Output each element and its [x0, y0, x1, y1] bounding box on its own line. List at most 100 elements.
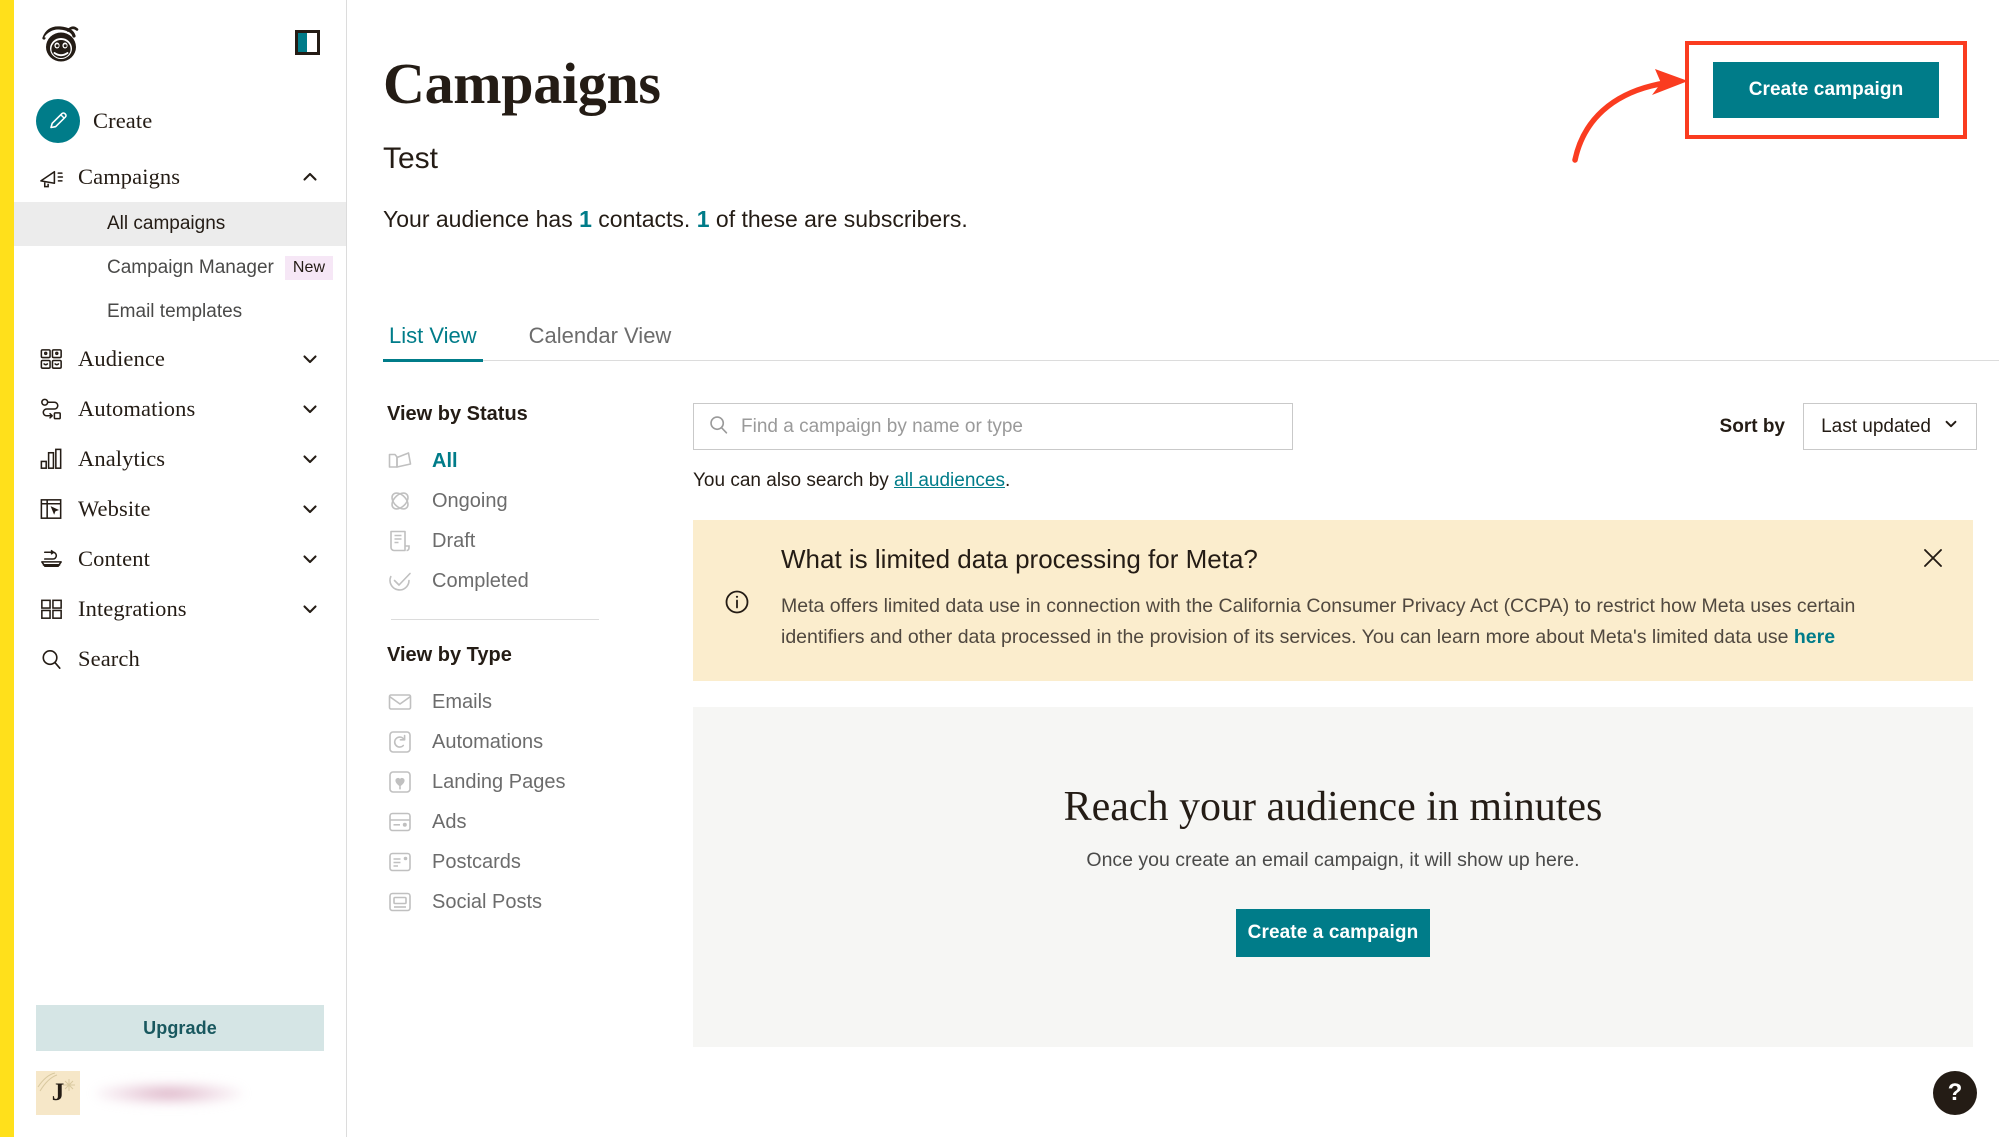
account-menu[interactable]: J	[14, 1051, 346, 1137]
sidebar-subitem-label: All campaigns	[107, 213, 226, 234]
chevron-down-icon[interactable]	[300, 349, 320, 369]
sidebar-item-campaign-manager[interactable]: Campaign Manager New	[14, 246, 346, 290]
chevron-down-icon[interactable]	[300, 549, 320, 569]
filter-label: Social Posts	[432, 890, 543, 913]
filter-status-ongoing[interactable]: Ongoing	[387, 481, 683, 521]
chevron-down-icon[interactable]	[300, 599, 320, 619]
avatar: J	[36, 1071, 80, 1115]
close-icon[interactable]	[1919, 544, 1947, 572]
filter-label: Completed	[432, 569, 529, 592]
sidebar-item-campaigns[interactable]: Campaigns	[14, 152, 346, 202]
panel-toggle-filled-half	[298, 33, 307, 52]
create-a-campaign-button[interactable]: Create a campaign	[1236, 908, 1430, 957]
upgrade-button[interactable]: Upgrade	[36, 1005, 324, 1051]
all-audiences-link[interactable]: all audiences	[894, 470, 1005, 491]
sidebar-item-analytics[interactable]: Analytics	[14, 434, 346, 484]
meta-data-processing-banner: What is limited data processing for Meta…	[693, 520, 1973, 681]
filter-type-automations[interactable]: Automations	[387, 722, 683, 762]
chevron-down-icon	[1943, 416, 1959, 438]
sort-select-value: Last updated	[1821, 415, 1931, 437]
search-box[interactable]	[693, 403, 1293, 450]
filter-type-landing-pages[interactable]: Landing Pages	[387, 762, 683, 802]
filter-status-draft[interactable]: Draft	[387, 521, 683, 561]
stats-suffix: of these are subscribers.	[709, 206, 968, 232]
banner-body: What is limited data processing for Meta…	[781, 544, 1943, 653]
filter-type-ads[interactable]: Ads	[387, 802, 683, 842]
envelope-icon	[387, 689, 432, 715]
banner-text: Meta offers limited data use in connecti…	[781, 591, 1911, 653]
campaigns-list-column: Sort by Last updated You can also search…	[683, 403, 1999, 1047]
sidebar-item-content[interactable]: Content	[14, 534, 346, 584]
create-campaign-button[interactable]: Create campaign	[1713, 62, 1939, 118]
sidebar-item-all-campaigns[interactable]: All campaigns	[14, 202, 346, 246]
sidebar-item-search[interactable]: Search	[14, 634, 346, 684]
help-fab-label: ?	[1947, 1079, 1963, 1106]
filter-status-all[interactable]: All	[387, 441, 683, 481]
heart-page-icon	[387, 769, 432, 795]
filter-label: Automations	[432, 730, 544, 753]
filter-label: Ongoing	[432, 489, 508, 512]
filter-type-emails[interactable]: Emails	[387, 682, 683, 722]
sidebar-item-automations[interactable]: Automations	[14, 384, 346, 434]
stats-middle: contacts.	[591, 206, 697, 232]
ongoing-atom-icon	[387, 488, 432, 514]
all-campaigns-icon	[387, 448, 432, 474]
create-icon-wrap	[36, 99, 82, 143]
tab-list-view[interactable]: List View	[383, 323, 483, 362]
mailchimp-freddie-logo-icon[interactable]	[36, 20, 84, 66]
sidebar-item-email-templates[interactable]: Email templates	[14, 290, 346, 334]
main-content: Campaigns Test Your audience has 1 conta…	[347, 0, 1999, 1137]
new-badge: New	[284, 255, 334, 281]
filter-label: Ads	[432, 810, 467, 833]
view-by-type-heading: View by Type	[387, 644, 512, 666]
search-hint-suffix: .	[1004, 470, 1011, 491]
filter-label: Emails	[432, 690, 493, 713]
info-circle-icon	[723, 544, 781, 653]
banner-learn-more-link[interactable]: here	[1794, 626, 1835, 648]
stats-contacts-count: 1	[579, 206, 592, 232]
filter-type-social-posts[interactable]: Social Posts	[387, 882, 683, 922]
empty-state-title: Reach your audience in minutes	[1063, 783, 1603, 830]
filter-label: Draft	[432, 529, 476, 552]
sort-select[interactable]: Last updated	[1803, 403, 1977, 450]
sidebar-nav: Create Campaigns All campaigns Campaign …	[14, 90, 346, 684]
sidebar-item-website-label: Website	[78, 496, 151, 521]
filter-type-postcards[interactable]: Postcards	[387, 842, 683, 882]
sidebar-item-create-label: Create	[93, 108, 153, 133]
grid-squares-icon	[38, 596, 78, 623]
main-sidebar: Create Campaigns All campaigns Campaign …	[14, 0, 347, 1137]
draft-document-icon	[387, 528, 432, 554]
banner-text-body: Meta offers limited data use in connecti…	[781, 595, 1856, 648]
filters-divider	[391, 619, 599, 620]
panel-collapse-icon[interactable]	[295, 30, 320, 55]
empty-state-subtitle: Once you create an email campaign, it wi…	[1086, 848, 1580, 871]
people-icon	[38, 346, 78, 373]
filter-label: Landing Pages	[432, 770, 566, 793]
chevron-up-icon[interactable]	[300, 167, 320, 187]
tab-calendar-view[interactable]: Calendar View	[523, 323, 678, 360]
chevron-down-icon[interactable]	[300, 499, 320, 519]
sidebar-item-automations-label: Automations	[78, 396, 196, 421]
magnifier-icon	[38, 646, 78, 673]
stats-subscribers-count: 1	[696, 206, 710, 232]
search-and-sort-row: Sort by Last updated	[693, 403, 1999, 450]
filter-status-completed[interactable]: Completed	[387, 561, 683, 601]
search-input[interactable]	[741, 415, 1278, 438]
view-by-status-heading: View by Status	[387, 403, 528, 425]
chevron-down-icon[interactable]	[300, 449, 320, 469]
filters-panel: View by Status All Ongoing Draft Complet…	[383, 403, 683, 1047]
avatar-initial: J	[51, 1079, 65, 1106]
completed-check-icon	[387, 568, 432, 594]
sidebar-item-integrations-label: Integrations	[78, 596, 187, 621]
audience-name: Test	[383, 142, 439, 175]
view-tabs: List View Calendar View	[383, 316, 1999, 362]
chevron-down-icon[interactable]	[300, 399, 320, 419]
sidebar-item-integrations[interactable]: Integrations	[14, 584, 346, 634]
sidebar-item-create[interactable]: Create	[14, 90, 346, 152]
mailchimp-campaigns-page: Create Campaigns All campaigns Campaign …	[0, 0, 1999, 1137]
sidebar-item-website[interactable]: Website	[14, 484, 346, 534]
create-campaign-annotation-box: Create campaign	[1685, 41, 1967, 139]
sidebar-item-audience[interactable]: Audience	[14, 334, 346, 384]
search-icon	[708, 414, 729, 440]
help-question-icon[interactable]: ?	[1933, 1071, 1977, 1115]
